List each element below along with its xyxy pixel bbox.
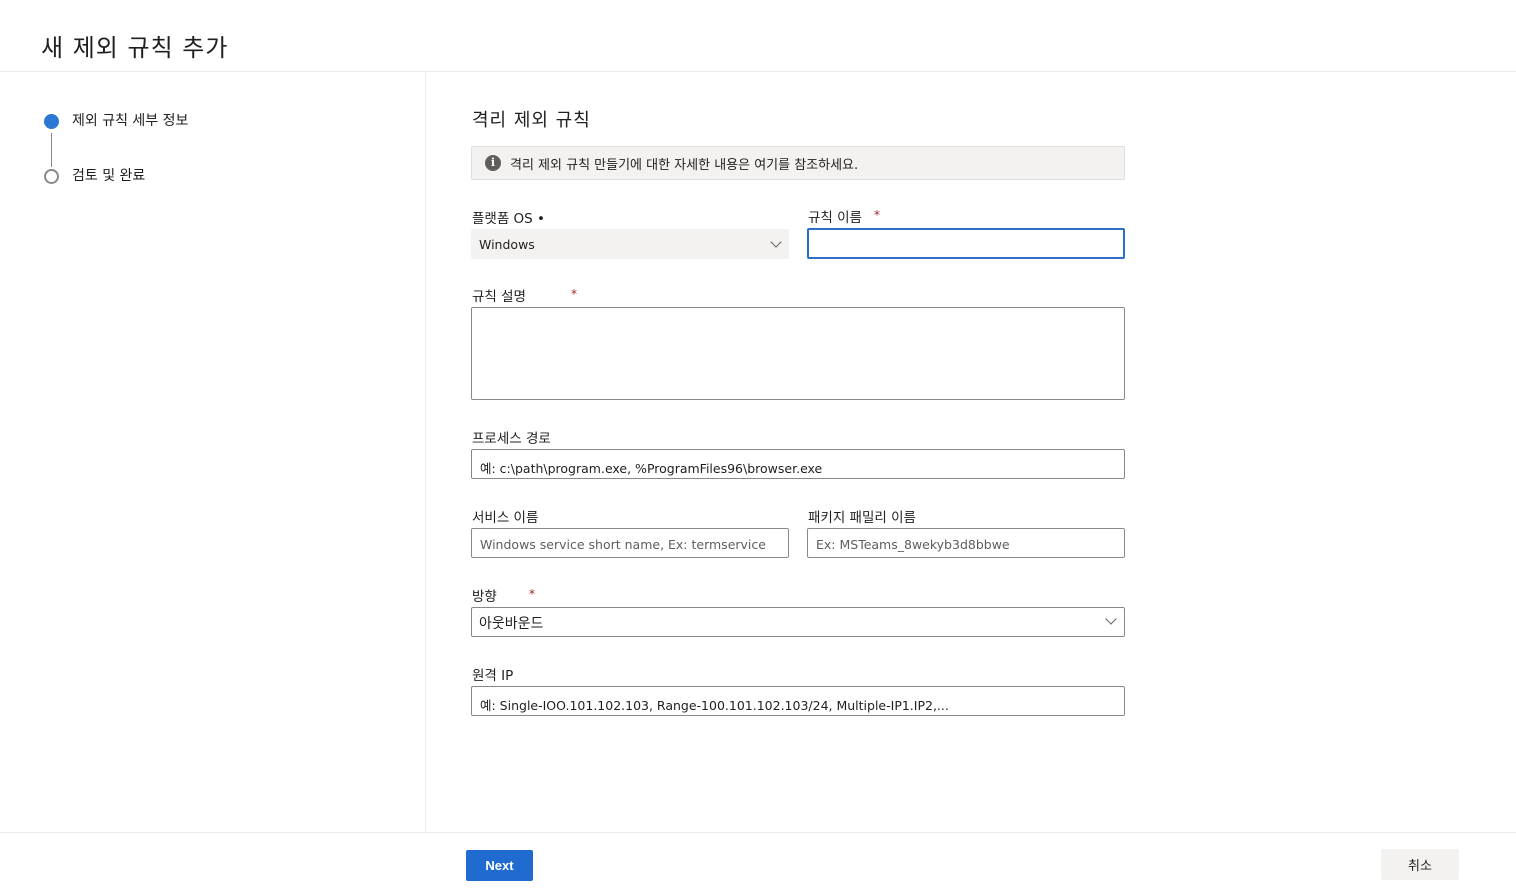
step-label: 검토 및 완료	[72, 168, 146, 184]
package-family-input[interactable]: Ex: MSTeams_8wekyb3d8bbwe	[807, 528, 1125, 558]
platform-os-value: Windows	[479, 237, 535, 252]
page-header: 새 제외 규칙 추가	[0, 0, 1516, 72]
info-banner: i 격리 제외 규칙 만들기에 대한 자세한 내용은 여기를 참조하세요.	[471, 146, 1125, 180]
direction-value: 아웃바운드	[479, 616, 544, 632]
footer-bar: Next 취소	[0, 832, 1516, 891]
cancel-button[interactable]: 취소	[1381, 849, 1459, 880]
required-marker: *	[874, 208, 880, 222]
service-name-input[interactable]: Windows service short name, Ex: termserv…	[471, 528, 789, 558]
info-text[interactable]: 격리 제외 규칙 만들기에 대한 자세한 내용은 여기를 참조하세요.	[510, 154, 858, 173]
remote-ip-input[interactable]: 예: Single-IOO.101.102.103, Range-100.101…	[471, 686, 1125, 716]
next-button[interactable]: Next	[466, 850, 533, 881]
remote-ip-label: 원격 IP	[472, 668, 514, 684]
step-inactive-indicator	[44, 169, 59, 184]
required-marker: *	[529, 587, 535, 601]
direction-label: 방향	[472, 589, 497, 605]
process-path-label: 프로세스 경로	[472, 431, 551, 447]
process-path-input[interactable]: 예: c:\path\program.exe, %ProgramFiles96\…	[471, 449, 1125, 479]
step-connector	[51, 133, 52, 167]
remote-ip-placeholder: 예: Single-IOO.101.102.103, Range-100.101…	[480, 698, 949, 713]
rule-description-label: 규칙 설명	[472, 289, 526, 305]
service-name-label: 서비스 이름	[472, 510, 539, 526]
wizard-sidebar: 제외 규칙 세부 정보 검토 및 완료	[0, 72, 426, 832]
main-content: 격리 제외 규칙 i 격리 제외 규칙 만들기에 대한 자세한 내용은 여기를 …	[427, 72, 1516, 832]
rule-name-label: 규칙 이름	[808, 210, 862, 226]
platform-os-label: 플랫폼 OS •	[472, 211, 546, 227]
service-name-placeholder: Windows service short name, Ex: termserv…	[480, 537, 766, 552]
required-marker: *	[571, 287, 577, 301]
section-title: 격리 제외 규칙	[472, 110, 591, 131]
info-icon: i	[485, 155, 501, 171]
step-label: 제외 규칙 세부 정보	[72, 113, 189, 129]
page-title: 새 제외 규칙 추가	[41, 34, 229, 62]
platform-os-dropdown[interactable]: Windows	[471, 229, 789, 259]
direction-dropdown[interactable]: 아웃바운드	[471, 607, 1125, 637]
rule-description-textarea[interactable]	[471, 307, 1125, 400]
package-family-label: 패키지 패밀리 이름	[808, 510, 916, 526]
process-path-placeholder: 예: c:\path\program.exe, %ProgramFiles96\…	[480, 461, 823, 476]
package-family-placeholder: Ex: MSTeams_8wekyb3d8bbwe	[816, 537, 1010, 552]
step-active-indicator	[44, 114, 59, 129]
rule-name-input[interactable]	[807, 228, 1125, 259]
chevron-down-icon	[1105, 613, 1117, 625]
chevron-down-icon	[770, 236, 782, 248]
